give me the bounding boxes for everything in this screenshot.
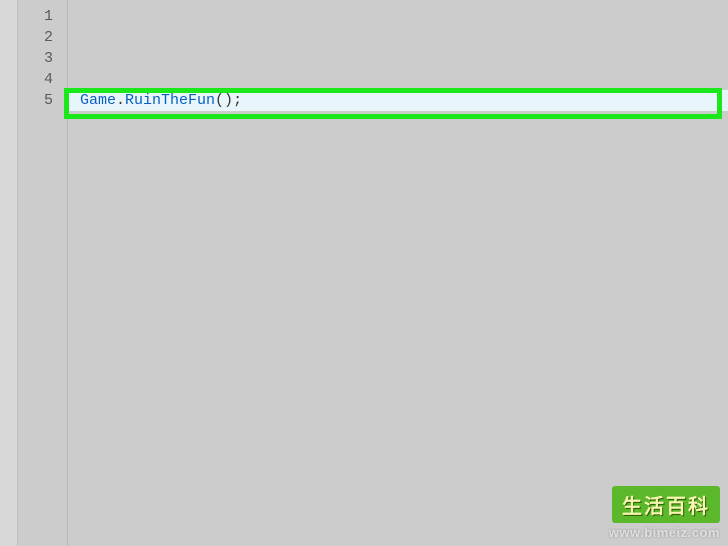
token-method: RuinTheFun xyxy=(125,92,215,109)
code-line[interactable] xyxy=(68,69,728,90)
code-line-active[interactable]: Game.RuinTheFun(); xyxy=(68,90,728,111)
code-area[interactable]: Game.RuinTheFun(); xyxy=(68,0,728,546)
code-line[interactable] xyxy=(68,6,728,27)
token-parens: () xyxy=(215,92,233,109)
line-number: 4 xyxy=(18,69,67,90)
line-number: 3 xyxy=(18,48,67,69)
line-number: 2 xyxy=(18,27,67,48)
code-line[interactable] xyxy=(68,48,728,69)
token-object: Game xyxy=(80,92,116,109)
editor-container: 1 2 3 4 5 Game.RuinTheFun(); xyxy=(0,0,728,546)
line-number: 1 xyxy=(18,6,67,27)
token-dot: . xyxy=(116,92,125,109)
scrollbar-left[interactable] xyxy=(0,0,18,546)
code-line[interactable] xyxy=(68,27,728,48)
line-number: 5 xyxy=(18,90,67,111)
line-number-gutter: 1 2 3 4 5 xyxy=(18,0,68,546)
token-semicolon: ; xyxy=(233,92,242,109)
